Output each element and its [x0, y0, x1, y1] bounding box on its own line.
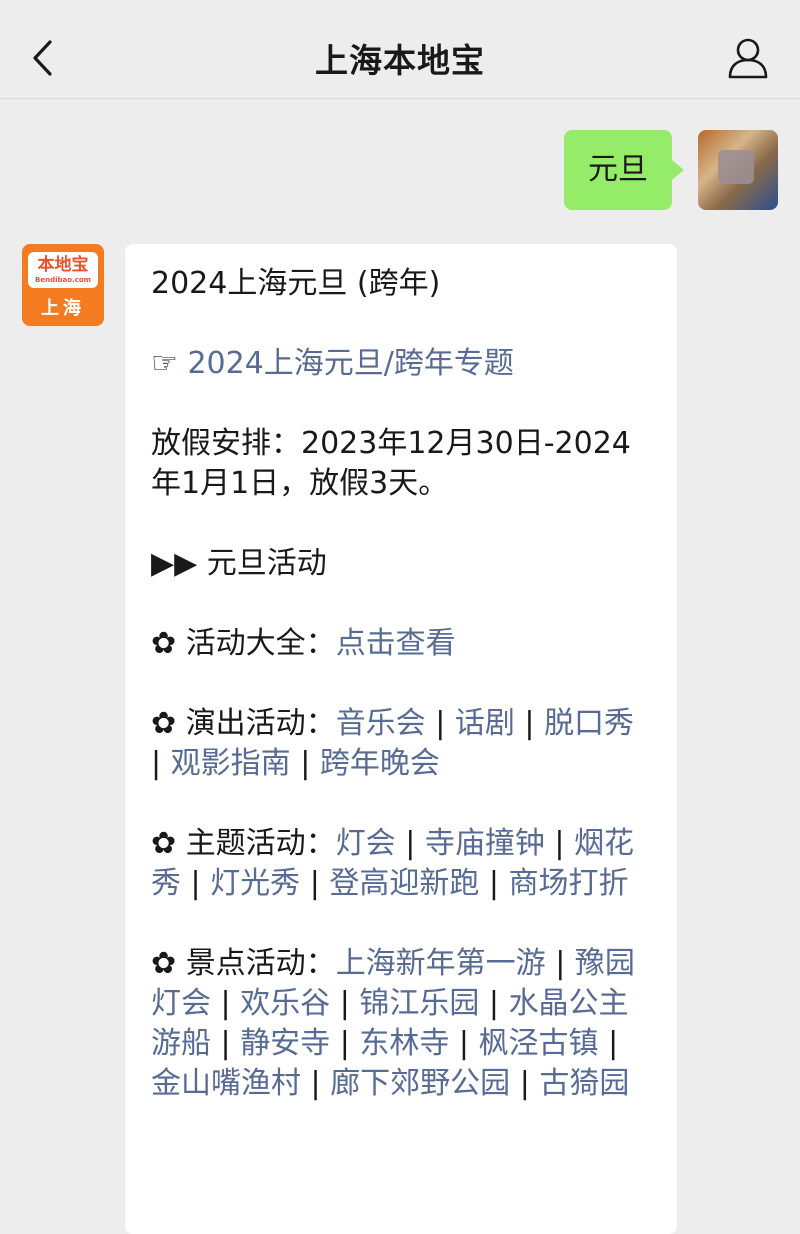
activity-group: ✿ 演出活动：音乐会 | 话剧 | 脱口秀 | 观影指南 | 跨年晚会 — [151, 704, 651, 784]
activity-link[interactable]: 上海新年第一游 — [336, 946, 546, 981]
link-separator: | — [510, 1066, 540, 1101]
activity-link[interactable]: 点击查看 — [336, 626, 456, 661]
flower-bullet-icon: ✿ — [151, 946, 186, 981]
flower-bullet-icon: ✿ — [151, 626, 186, 661]
flower-bullet-icon: ✿ — [151, 706, 186, 741]
link-separator: | — [151, 746, 171, 781]
activity-link[interactable]: 跨年晚会 — [320, 746, 440, 781]
activity-link[interactable]: 话剧 — [455, 706, 515, 741]
link-separator: | — [330, 1026, 360, 1061]
activity-link[interactable]: 灯会 — [336, 826, 396, 861]
link-separator: | — [545, 946, 575, 981]
link-separator: | — [290, 746, 320, 781]
activity-link[interactable]: 脱口秀 — [544, 706, 634, 741]
activity-groups: ✿ 活动大全：点击查看 ✿ 演出活动：音乐会 | 话剧 | 脱口秀 | 观影指南 … — [151, 624, 651, 1104]
bot-logo-sub: Bendibao.com — [35, 276, 91, 284]
link-separator: | — [211, 986, 241, 1021]
activity-group-label: 活动大全： — [185, 626, 336, 661]
link-separator: | — [211, 1026, 241, 1061]
activity-group-label: 主题活动： — [185, 826, 336, 861]
link-separator: | — [425, 706, 455, 741]
activity-link[interactable]: 廊下郊野公园 — [330, 1066, 510, 1101]
link-separator: | — [330, 986, 360, 1021]
activity-link[interactable]: 观影指南 — [171, 746, 291, 781]
holiday-info: 放假安排：2023年12月30日-2024年1月1日，放假3天。 — [151, 426, 631, 501]
incoming-message-bubble: 2024上海元旦 (跨年) ☞ 2024上海元旦/跨年专题 放假安排：2023年… — [125, 244, 677, 1234]
activity-link[interactable]: 锦江乐园 — [359, 986, 479, 1021]
section-heading: ▶▶ 元旦活动 — [151, 544, 651, 584]
link-separator: | — [544, 826, 575, 861]
outgoing-message-row: 元旦 — [564, 130, 778, 210]
link-separator: | — [479, 986, 509, 1021]
activity-link[interactable]: 登高迎新跑 — [329, 866, 479, 901]
link-separator: | — [300, 866, 330, 901]
top-bar: 上海本地宝 — [0, 0, 800, 99]
section-title: 元旦活动 — [206, 546, 327, 581]
link-separator: | — [181, 866, 211, 901]
activity-link[interactable]: 古猗园 — [539, 1066, 629, 1101]
outgoing-message-bubble[interactable]: 元旦 — [564, 130, 684, 210]
bot-logo-text: 本地宝 — [37, 255, 89, 275]
activity-link[interactable]: 金山嘴渔村 — [151, 1066, 301, 1101]
activity-link[interactable]: 欢乐谷 — [240, 986, 330, 1021]
activity-link[interactable]: 枫泾古镇 — [479, 1026, 599, 1061]
activity-link[interactable]: 音乐会 — [336, 706, 426, 741]
topic-row: ☞ 2024上海元旦/跨年专题 — [151, 344, 651, 384]
activity-link[interactable]: 商场打折 — [509, 866, 629, 901]
activity-link[interactable]: 寺庙撞钟 — [425, 826, 545, 861]
double-arrow-icon: ▶▶ — [151, 546, 198, 581]
hand-pointer-icon: ☞ — [151, 346, 178, 381]
activity-link[interactable]: 灯光秀 — [210, 866, 300, 901]
person-icon — [728, 38, 768, 79]
bot-avatar[interactable]: 本地宝 Bendibao.com 上海 — [22, 244, 104, 326]
activity-group-label: 演出活动： — [185, 706, 336, 741]
activity-link[interactable]: 静安寺 — [240, 1026, 330, 1061]
avatar-blur — [718, 150, 754, 184]
activity-group: ✿ 活动大全：点击查看 — [151, 624, 651, 664]
activity-link[interactable]: 东林寺 — [359, 1026, 449, 1061]
link-separator: | — [479, 866, 509, 901]
message-heading: 2024上海元旦 (跨年) — [151, 266, 441, 301]
topic-link[interactable]: 2024上海元旦/跨年专题 — [187, 346, 513, 381]
link-separator: | — [301, 1066, 331, 1101]
link-separator: | — [395, 826, 425, 861]
bot-logo-city: 上海 — [41, 298, 85, 319]
activity-group-label: 景点活动： — [185, 946, 336, 981]
link-separator: | — [598, 1026, 619, 1061]
user-avatar[interactable] — [698, 130, 778, 210]
chat-title: 上海本地宝 — [315, 41, 485, 80]
activity-group: ✿ 景点活动：上海新年第一游 | 豫园灯会 | 欢乐谷 | 锦江乐园 | 水晶公… — [151, 944, 651, 1104]
link-separator: | — [514, 706, 545, 741]
activity-group: ✿ 主题活动：灯会 | 寺庙撞钟 | 烟花秀 | 灯光秀 | 登高迎新跑 | 商… — [151, 824, 651, 904]
link-separator: | — [449, 1026, 479, 1061]
flower-bullet-icon: ✿ — [151, 826, 186, 861]
profile-button[interactable] — [726, 36, 770, 80]
